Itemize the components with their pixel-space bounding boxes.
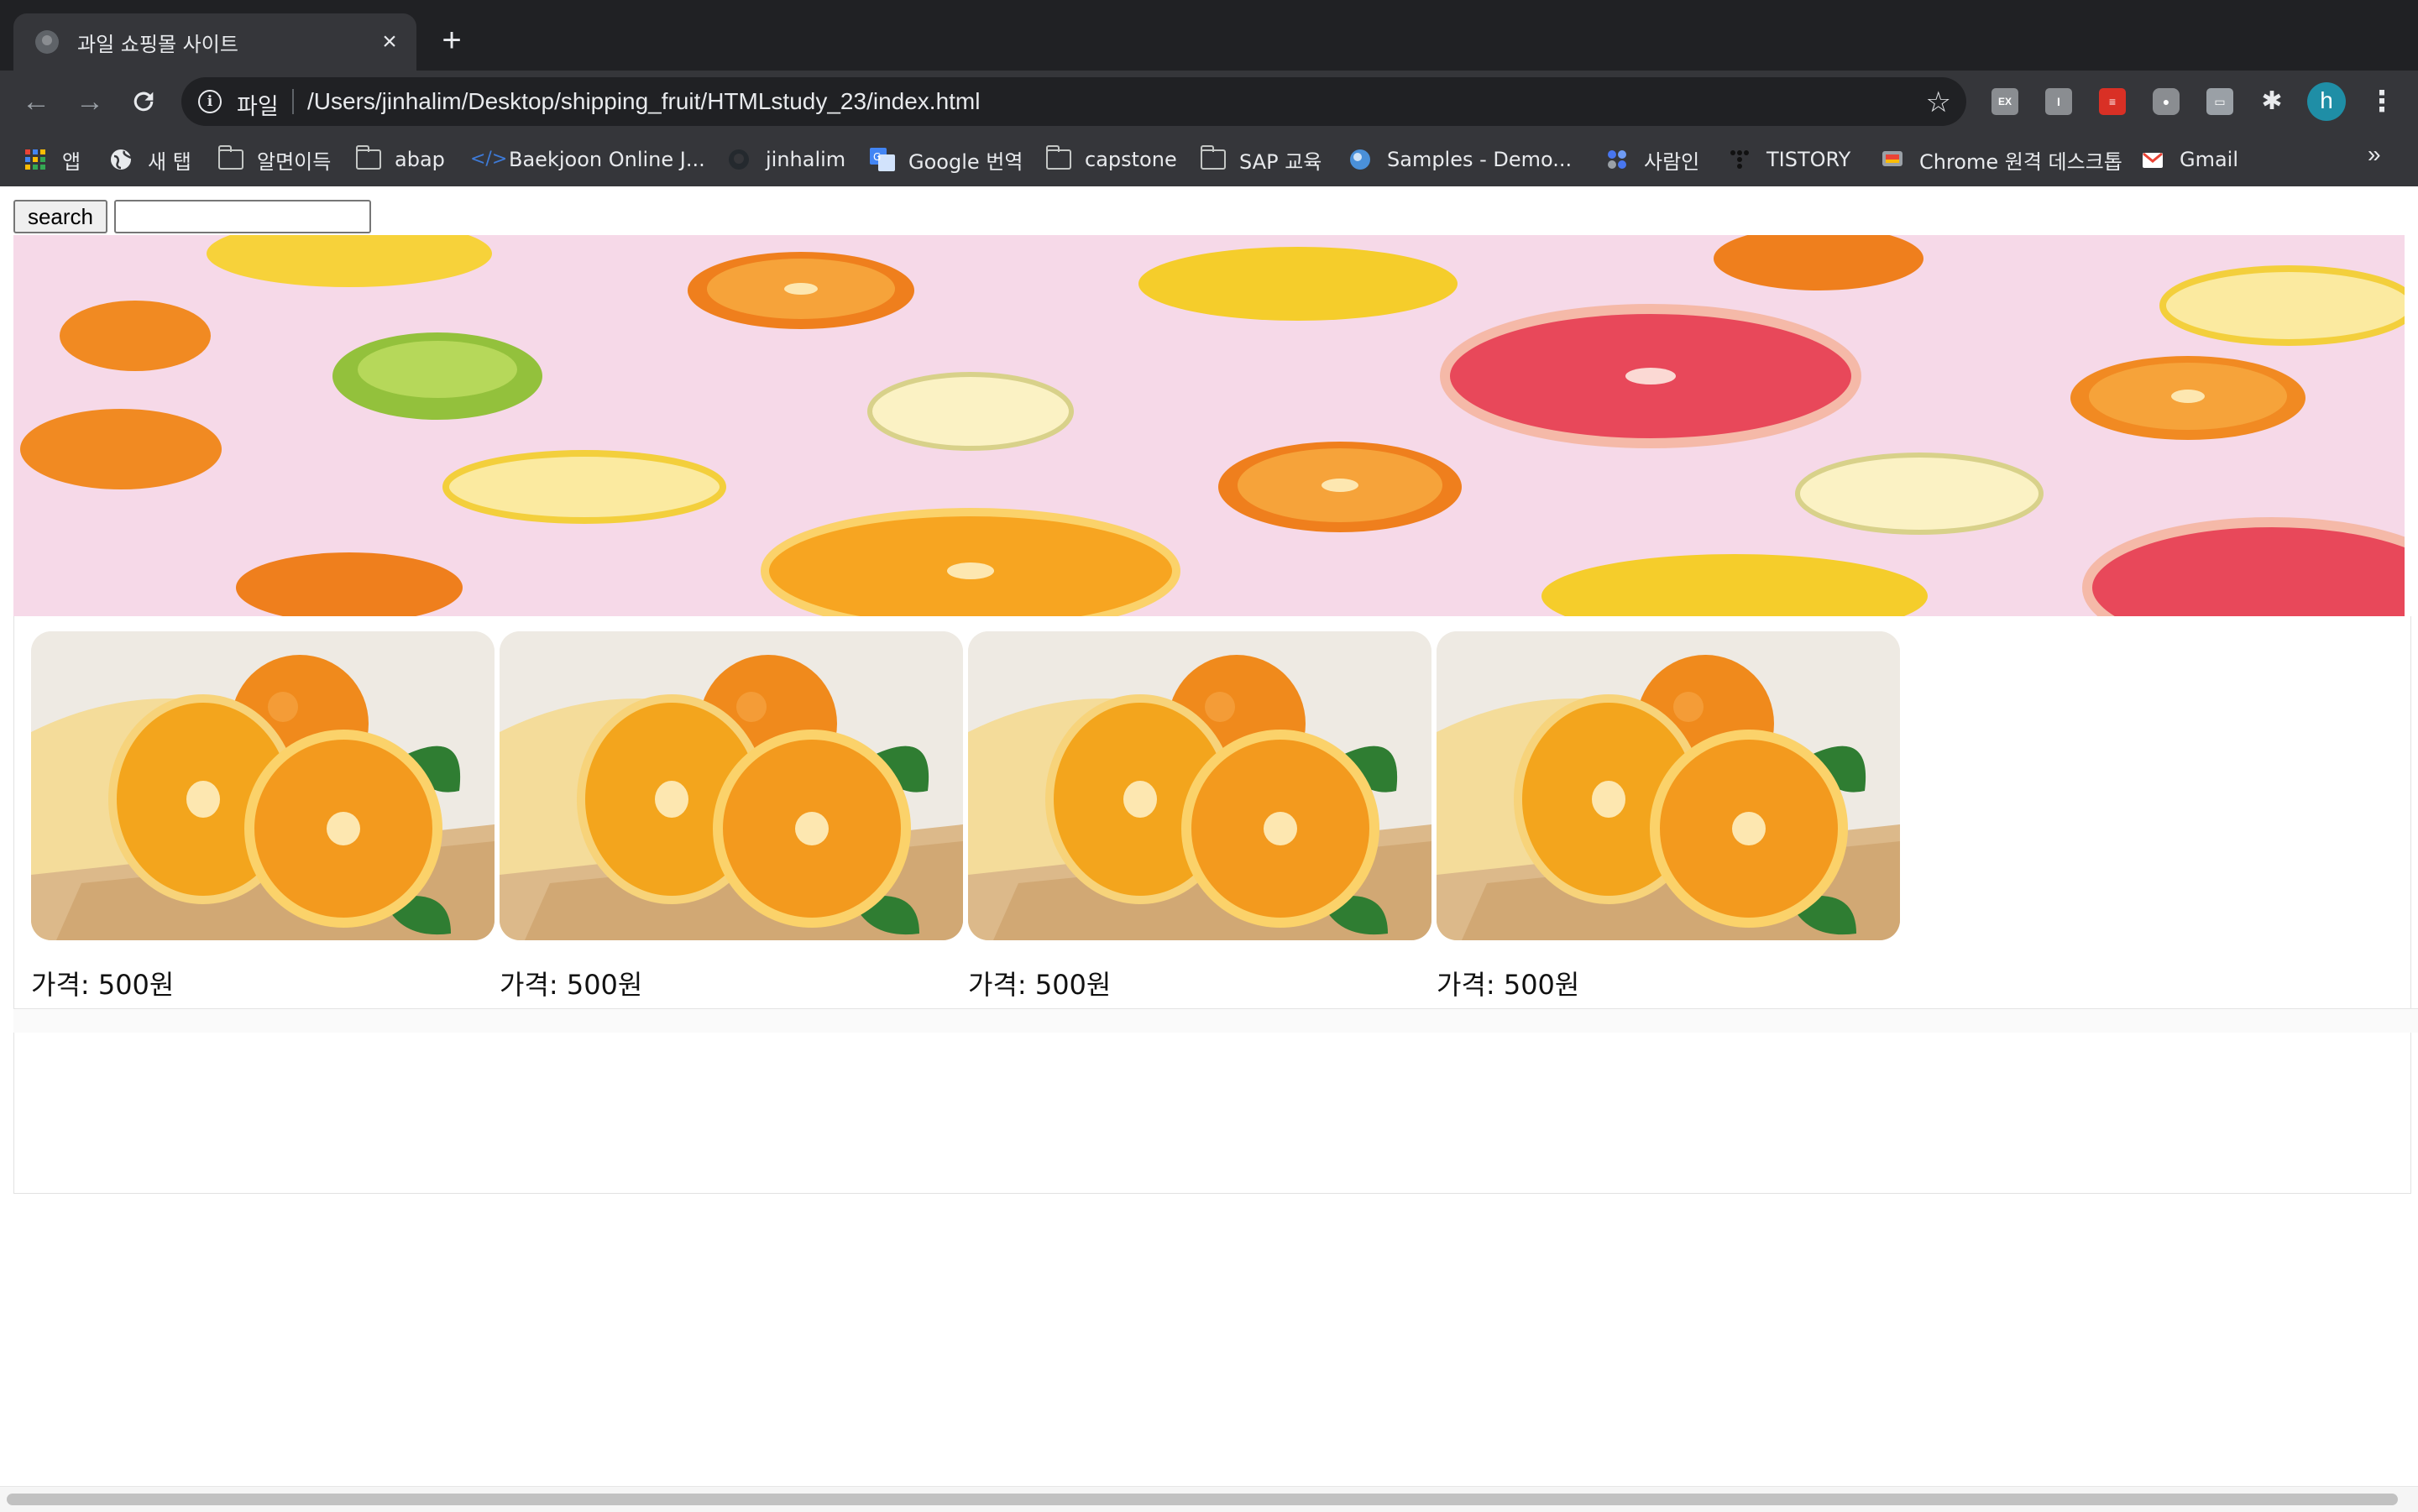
close-icon[interactable]: × xyxy=(374,27,405,57)
folder-icon xyxy=(1046,145,1071,170)
extension-circle-icon[interactable]: ● xyxy=(2153,88,2180,115)
section-divider xyxy=(13,1008,2418,1033)
kebab-menu-icon[interactable]: ⋮ xyxy=(2368,82,2396,121)
bookmark-chrome-remote-desktop[interactable]: Chrome 원격 데스크톱 xyxy=(1881,144,2122,175)
active-tab[interactable]: 과일 쇼핑몰 사이트 × xyxy=(13,13,416,71)
bookmark-label: jinhalim xyxy=(766,148,846,171)
product-price: 가격: 500원 xyxy=(31,969,175,1001)
product-image[interactable] xyxy=(500,631,963,940)
todoist-extension-icon[interactable]: ≡ xyxy=(2099,88,2126,115)
bookmarks-bar: 앱 새 탭 알면이득 abap </> Baekjoon Online J...… xyxy=(0,133,2418,187)
back-arrow-icon[interactable]: ← xyxy=(17,82,55,121)
remote-desktop-extension-icon[interactable]: ▭ xyxy=(2206,88,2233,115)
bookmark-label: Gmail xyxy=(2180,148,2239,171)
globe-icon xyxy=(1348,148,1374,171)
extension-ex-icon[interactable]: EX xyxy=(1991,88,2018,115)
hero-banner xyxy=(13,235,2405,616)
product-price: 가격: 500원 xyxy=(1437,969,1580,1001)
bookmark-google-translate[interactable]: G Google 번역 xyxy=(870,144,1023,175)
product-image[interactable] xyxy=(1437,631,1900,940)
product-card[interactable]: 가격: 500원 xyxy=(31,631,495,1002)
bookmark-apps[interactable]: 앱 xyxy=(24,144,81,175)
puzzle-extensions-icon[interactable]: ✱ xyxy=(2258,88,2285,115)
product-list: 가격: 500원 가격: 500원 가격: 500원 가격: 500원 xyxy=(13,616,2411,1194)
tab-title: 과일 쇼핑몰 사이트 xyxy=(77,32,238,56)
bookmark-label: Google 번역 xyxy=(908,149,1023,174)
bookmark-samples-demo[interactable]: Samples - Demo... xyxy=(1348,144,1572,175)
folder-icon xyxy=(218,145,243,170)
bookmark-label: 알면이득 xyxy=(257,149,332,174)
address-scheme-label: 파일 xyxy=(237,94,279,120)
profile-avatar[interactable]: h xyxy=(2307,82,2346,121)
product-card[interactable]: 가격: 500원 xyxy=(1437,631,1900,1002)
search-button[interactable]: search xyxy=(13,200,107,233)
bookmark-gmail[interactable]: Gmail xyxy=(2141,144,2238,175)
product-price: 가격: 500원 xyxy=(500,969,643,1001)
svg-text:G: G xyxy=(873,151,881,163)
gmail-icon xyxy=(2141,148,2166,171)
orange-product-photo xyxy=(1437,631,1900,940)
remote-desktop-icon xyxy=(1881,148,1906,171)
bookmark-folder[interactable]: 알면이득 xyxy=(218,144,331,175)
bookmark-label: abap xyxy=(395,148,445,171)
translate-icon: G xyxy=(870,148,895,171)
bookmark-folder[interactable]: capstone xyxy=(1046,144,1177,175)
code-icon: </> xyxy=(470,149,508,170)
saramin-icon xyxy=(1605,148,1630,171)
orange-product-photo xyxy=(31,631,495,940)
globe-icon xyxy=(35,30,59,54)
product-card[interactable]: 가격: 500원 xyxy=(968,631,1431,1002)
bookmark-label: Samples - Demo... xyxy=(1387,148,1573,171)
bookmark-label: TISTORY xyxy=(1766,148,1851,171)
bookmark-label: SAP 교육 xyxy=(1239,149,1322,174)
bookmark-new-tab[interactable]: 새 탭 xyxy=(109,144,191,175)
bookmark-label: 새 탭 xyxy=(148,149,191,174)
folder-icon xyxy=(1201,145,1226,170)
product-image[interactable] xyxy=(31,631,495,940)
tab-strip: 과일 쇼핑몰 사이트 × + xyxy=(0,0,2418,71)
bookmark-folder[interactable]: abap xyxy=(356,144,445,175)
bookmark-label: capstone xyxy=(1085,148,1177,171)
apps-grid-icon xyxy=(24,148,49,171)
orange-product-photo xyxy=(500,631,963,940)
info-icon[interactable]: i xyxy=(198,90,222,113)
citrus-banner-image xyxy=(13,235,2405,616)
product-price: 가격: 500원 xyxy=(968,969,1112,1001)
folder-icon xyxy=(356,145,381,170)
new-tab-button[interactable]: + xyxy=(435,24,468,57)
address-separator xyxy=(292,89,294,114)
page-viewport: search 가격: 500원 가격: 500원 가격: 500원 가격: 50… xyxy=(0,186,2418,1511)
bookmark-baekjoon[interactable]: </> Baekjoon Online J... xyxy=(470,144,705,175)
github-icon xyxy=(727,148,752,171)
reload-icon[interactable] xyxy=(124,82,163,121)
bookmark-github[interactable]: jinhalim xyxy=(727,144,845,175)
extension-i-icon[interactable]: I xyxy=(2045,88,2072,115)
horizontal-scrollbar[interactable] xyxy=(0,1486,2418,1512)
tistory-icon xyxy=(1728,148,1753,171)
bookmark-label: Chrome 원격 데스크톱 xyxy=(1919,149,2122,174)
bookmark-saramin[interactable]: 사람인 xyxy=(1605,144,1699,175)
bookmarks-overflow-chevron-icon[interactable]: » xyxy=(2368,141,2381,168)
bookmark-tistory[interactable]: TISTORY xyxy=(1728,144,1850,175)
bookmark-label: 사람인 xyxy=(1644,149,1700,174)
bookmark-label: 앱 xyxy=(62,149,81,174)
orange-product-photo xyxy=(968,631,1431,940)
scrollbar-thumb[interactable] xyxy=(7,1494,2398,1505)
product-card[interactable]: 가격: 500원 xyxy=(500,631,963,1002)
browser-toolbar: ← → i 파일 /Users/jinhalim/Desktop/shippin… xyxy=(0,71,2418,133)
address-bar[interactable]: i 파일 /Users/jinhalim/Desktop/shipping_fr… xyxy=(181,77,1966,126)
forward-arrow-icon[interactable]: → xyxy=(71,82,109,121)
bookmark-folder[interactable]: SAP 교육 xyxy=(1201,144,1322,175)
bookmark-label: Baekjoon Online J... xyxy=(509,148,705,171)
product-image[interactable] xyxy=(968,631,1431,940)
globe-icon xyxy=(109,148,134,171)
search-input[interactable] xyxy=(114,200,371,233)
address-url[interactable]: /Users/jinhalim/Desktop/shipping_fruit/H… xyxy=(307,88,980,115)
bookmark-star-icon[interactable]: ☆ xyxy=(1926,86,1951,119)
